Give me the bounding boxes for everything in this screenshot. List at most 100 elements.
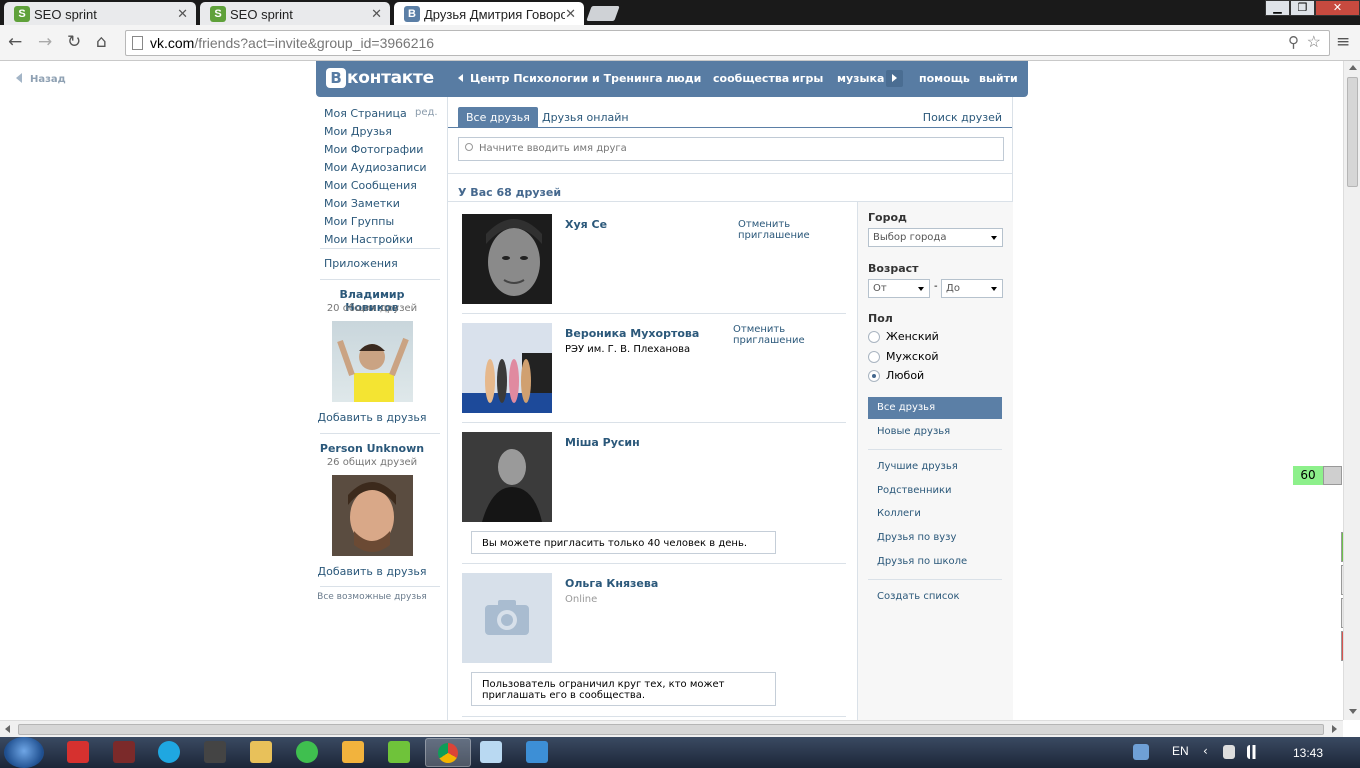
nav-music[interactable]: музыка	[837, 72, 884, 85]
keyboard-icon[interactable]	[526, 741, 548, 763]
browser-tab-3[interactable]: В Друзья Дмитрия Говоро ✕	[394, 2, 584, 25]
forward-arrow-icon[interactable]: →	[38, 33, 52, 51]
power-icon[interactable]	[1223, 745, 1235, 759]
back-link[interactable]: Назад	[16, 73, 66, 85]
tab-all-friends[interactable]: Все друзья	[458, 107, 538, 127]
horizontal-scroll-thumb[interactable]	[18, 724, 1324, 735]
browser-tab-2[interactable]: S SEO sprint ✕	[200, 2, 390, 25]
scroll-down-icon[interactable]	[1349, 709, 1357, 714]
suggestion-avatar[interactable]	[332, 321, 413, 402]
skype-icon[interactable]	[158, 741, 180, 763]
poker-app-icon[interactable]	[67, 741, 89, 763]
scroll-up-icon[interactable]	[1349, 65, 1357, 70]
horizontal-scrollbar[interactable]	[0, 720, 1343, 737]
menu-apps[interactable]: Приложения	[324, 257, 398, 270]
list-best-friends[interactable]: Лучшие друзья	[868, 456, 1002, 478]
group-back-arrow-icon[interactable]	[458, 74, 463, 82]
menu-my-audio[interactable]: Мои Аудиозаписи	[324, 161, 427, 174]
list-relatives[interactable]: Родственники	[868, 480, 1002, 502]
language-indicator[interactable]: EN	[1172, 744, 1189, 758]
counter-badge[interactable]: 60	[1293, 466, 1323, 485]
close-tab-icon[interactable]: ✕	[177, 6, 188, 22]
nav-people[interactable]: люди	[666, 72, 701, 85]
close-tab-icon[interactable]: ✕	[371, 6, 382, 22]
menu-my-photos[interactable]: Мои Фотографии	[324, 143, 423, 156]
sex-female-label[interactable]: Женский	[886, 330, 939, 343]
extension-icon[interactable]	[1323, 466, 1342, 485]
friend-avatar[interactable]	[462, 432, 552, 522]
vertical-scrollbar[interactable]	[1343, 61, 1360, 720]
new-tab-button[interactable]	[586, 6, 620, 21]
vertical-scroll-thumb[interactable]	[1347, 77, 1358, 187]
notepad-icon[interactable]	[480, 741, 502, 763]
sex-any-radio[interactable]	[868, 370, 880, 382]
edit-link[interactable]: ред.	[415, 107, 438, 118]
download-manager-icon[interactable]	[388, 741, 410, 763]
group-link[interactable]: Центр Психологии и Тренинга ...	[470, 72, 679, 85]
zoom-icon[interactable]: ⚲	[1288, 33, 1299, 51]
restore-icon[interactable]: ❐	[1290, 0, 1315, 16]
close-icon[interactable]: ✕	[1315, 0, 1360, 16]
nav-help[interactable]: помощь	[919, 72, 970, 85]
media-app-icon[interactable]	[113, 741, 135, 763]
suggestion-name[interactable]: Person Unknown	[312, 442, 432, 455]
menu-my-notes[interactable]: Мои Заметки	[324, 197, 400, 210]
menu-my-page[interactable]: Моя Страница	[324, 107, 407, 120]
menu-my-messages[interactable]: Мои Сообщения	[324, 179, 417, 192]
sex-male-radio[interactable]	[868, 351, 880, 363]
search-friends-link[interactable]: Поиск друзей	[915, 107, 1010, 127]
menu-my-settings[interactable]: Мои Настройки	[324, 233, 413, 246]
sex-male-label[interactable]: Мужской	[886, 350, 938, 363]
cancel-invite-link[interactable]: Отменить приглашение	[733, 324, 813, 346]
close-tab-icon[interactable]: ✕	[565, 6, 576, 22]
file-explorer-icon[interactable]	[250, 741, 272, 763]
vk-logo[interactable]: Вконтакте	[326, 68, 434, 88]
list-all-friends[interactable]: Все друзья	[868, 397, 1002, 419]
age-from-select[interactable]: От	[868, 279, 930, 298]
menu-my-friends[interactable]: Мои Друзья	[324, 125, 392, 138]
bookmark-star-icon[interactable]: ☆	[1307, 32, 1321, 52]
game-app-icon[interactable]	[204, 741, 226, 763]
list-school-friends[interactable]: Друзья по школе	[868, 551, 1002, 573]
media-player-icon[interactable]	[342, 741, 364, 763]
nav-more-arrow-icon[interactable]	[886, 70, 903, 87]
address-bar[interactable]: vk.com/friends?act=invite&group_id=39662…	[125, 30, 1330, 56]
chrome-taskbar-button[interactable]	[425, 738, 471, 767]
friend-avatar[interactable]	[462, 214, 552, 304]
suggestion-avatar[interactable]	[332, 475, 413, 556]
nav-communities[interactable]: сообщества	[713, 72, 789, 85]
age-to-select[interactable]: До	[941, 279, 1003, 298]
friend-name[interactable]: Ольга Князева	[565, 577, 658, 590]
minimize-icon[interactable]: ▁	[1265, 0, 1290, 16]
friend-avatar[interactable]	[462, 573, 552, 663]
friend-name[interactable]: Хуя Се	[565, 218, 607, 231]
taskbar-clock[interactable]: 13:43	[1293, 746, 1323, 760]
cancel-invite-link[interactable]: Отменить приглашение	[738, 219, 818, 241]
friend-avatar[interactable]	[462, 323, 552, 413]
reload-icon[interactable]: ↻	[67, 33, 81, 51]
scroll-left-icon[interactable]	[5, 725, 10, 733]
tab-friends-online[interactable]: Друзья онлайн	[534, 107, 637, 127]
menu-icon[interactable]: ≡	[1336, 33, 1350, 51]
back-arrow-icon[interactable]: ←	[8, 33, 22, 51]
create-list-link[interactable]: Создать список	[868, 586, 1002, 608]
sex-female-radio[interactable]	[868, 331, 880, 343]
browser-tab-1[interactable]: S SEO sprint ✕	[4, 2, 196, 25]
network-signal-icon[interactable]	[1247, 745, 1261, 759]
add-friend-link[interactable]: Добавить в друзья	[312, 411, 432, 424]
nav-games[interactable]: игры	[792, 72, 823, 85]
menu-my-groups[interactable]: Мои Группы	[324, 215, 394, 228]
start-button-icon[interactable]	[4, 737, 44, 768]
home-icon[interactable]: ⌂	[96, 33, 107, 51]
friend-name[interactable]: Вероника Мухортова	[565, 327, 699, 340]
all-possible-friends-link[interactable]: Все возможные друзья	[312, 592, 432, 602]
friend-name[interactable]: Міша Русин	[565, 436, 640, 449]
list-new-friends[interactable]: Новые друзья	[868, 421, 1002, 443]
city-select[interactable]: Выбор города	[868, 228, 1003, 247]
scroll-right-icon[interactable]	[1332, 725, 1337, 733]
list-colleagues[interactable]: Коллеги	[868, 503, 1002, 525]
nav-logout[interactable]: выйти	[979, 72, 1018, 85]
network-app-icon[interactable]	[296, 741, 318, 763]
list-university-friends[interactable]: Друзья по вузу	[868, 527, 1002, 549]
sex-any-label[interactable]: Любой	[886, 369, 924, 382]
